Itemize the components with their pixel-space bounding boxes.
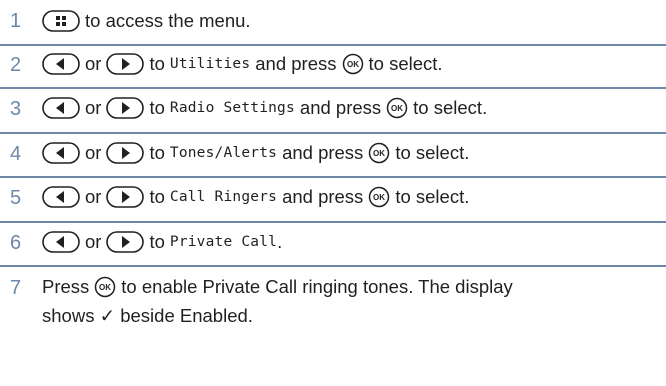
menu-key-icon (42, 10, 80, 32)
or-text: or (85, 53, 102, 74)
left-arrow-key-icon (42, 53, 80, 75)
right-arrow-key-icon (106, 186, 145, 208)
step-text-line2: shows ✓ beside Enabled. (42, 305, 253, 326)
menu-item-label: Tones/Alerts (169, 145, 278, 161)
to-text: to (149, 142, 165, 163)
step-text-start: Press (42, 276, 90, 297)
menu-item-label: Radio Settings (169, 100, 295, 116)
or-text: or (85, 186, 102, 207)
svg-text:OK: OK (347, 60, 359, 69)
to-text: to (149, 231, 165, 252)
step-7: 7 Press OK to enable Private Call ringin… (0, 265, 666, 386)
left-arrow-key-icon (42, 142, 80, 164)
step-number: 2 (10, 54, 22, 76)
step-2: 2 or to Utilities and press OK to select… (0, 44, 666, 89)
step-text: and press (255, 53, 337, 74)
step-text: and press (282, 186, 364, 207)
step-text-end: to select. (395, 186, 470, 207)
step-text: and press (299, 97, 382, 118)
to-text: to (149, 186, 165, 207)
step-6: 6 or to Private Call . (0, 221, 666, 267)
ok-button-icon: OK (386, 97, 408, 119)
step-number: 6 (10, 232, 22, 254)
right-arrow-key-icon (106, 53, 145, 75)
step-number: 1 (10, 10, 22, 32)
or-text: or (85, 97, 102, 118)
or-text: or (85, 142, 102, 163)
to-text: to (149, 97, 165, 118)
left-arrow-key-icon (42, 186, 80, 208)
right-arrow-key-icon (106, 231, 145, 253)
right-arrow-key-icon (106, 142, 145, 164)
ok-button-icon: OK (342, 53, 363, 75)
step-number: 7 (10, 277, 22, 299)
instruction-steps: 1 to access the menu. 2 or to Utilities … (0, 0, 666, 386)
step-number: 3 (10, 98, 22, 120)
svg-text:OK: OK (373, 149, 385, 158)
step-text: to enable Private Call ringing tones. Th… (121, 276, 513, 297)
right-arrow-key-icon (106, 97, 145, 119)
step-text: to access the menu. (85, 10, 251, 31)
step-text-end: . (277, 231, 283, 252)
ok-button-icon: OK (95, 276, 116, 298)
menu-item-label: Private Call (169, 234, 278, 250)
menu-item-label: Utilities (169, 56, 251, 72)
step-text-end: to select. (368, 53, 443, 74)
step-text-end: to select. (395, 142, 470, 163)
svg-text:OK: OK (373, 193, 385, 202)
svg-text:OK: OK (391, 104, 403, 113)
step-3: 3 or to Radio Settings and press OK to s… (0, 87, 666, 134)
left-arrow-key-icon (42, 97, 80, 119)
step-1: 1 to access the menu. (0, 0, 666, 46)
svg-text:OK: OK (99, 283, 111, 292)
to-text: to (149, 53, 165, 74)
step-text-end: to select. (413, 97, 488, 118)
step-number: 5 (10, 187, 22, 209)
left-arrow-key-icon (42, 231, 80, 253)
step-5: 5 or to Call Ringers and press OK to sel… (0, 176, 666, 223)
step-number: 4 (10, 143, 22, 165)
step-text: and press (282, 142, 364, 163)
ok-button-icon: OK (369, 142, 390, 164)
ok-button-icon: OK (369, 186, 390, 208)
step-4: 4 or to Tones/Alerts and press OK to sel… (0, 132, 666, 178)
or-text: or (85, 231, 102, 252)
menu-item-label: Call Ringers (169, 189, 278, 205)
